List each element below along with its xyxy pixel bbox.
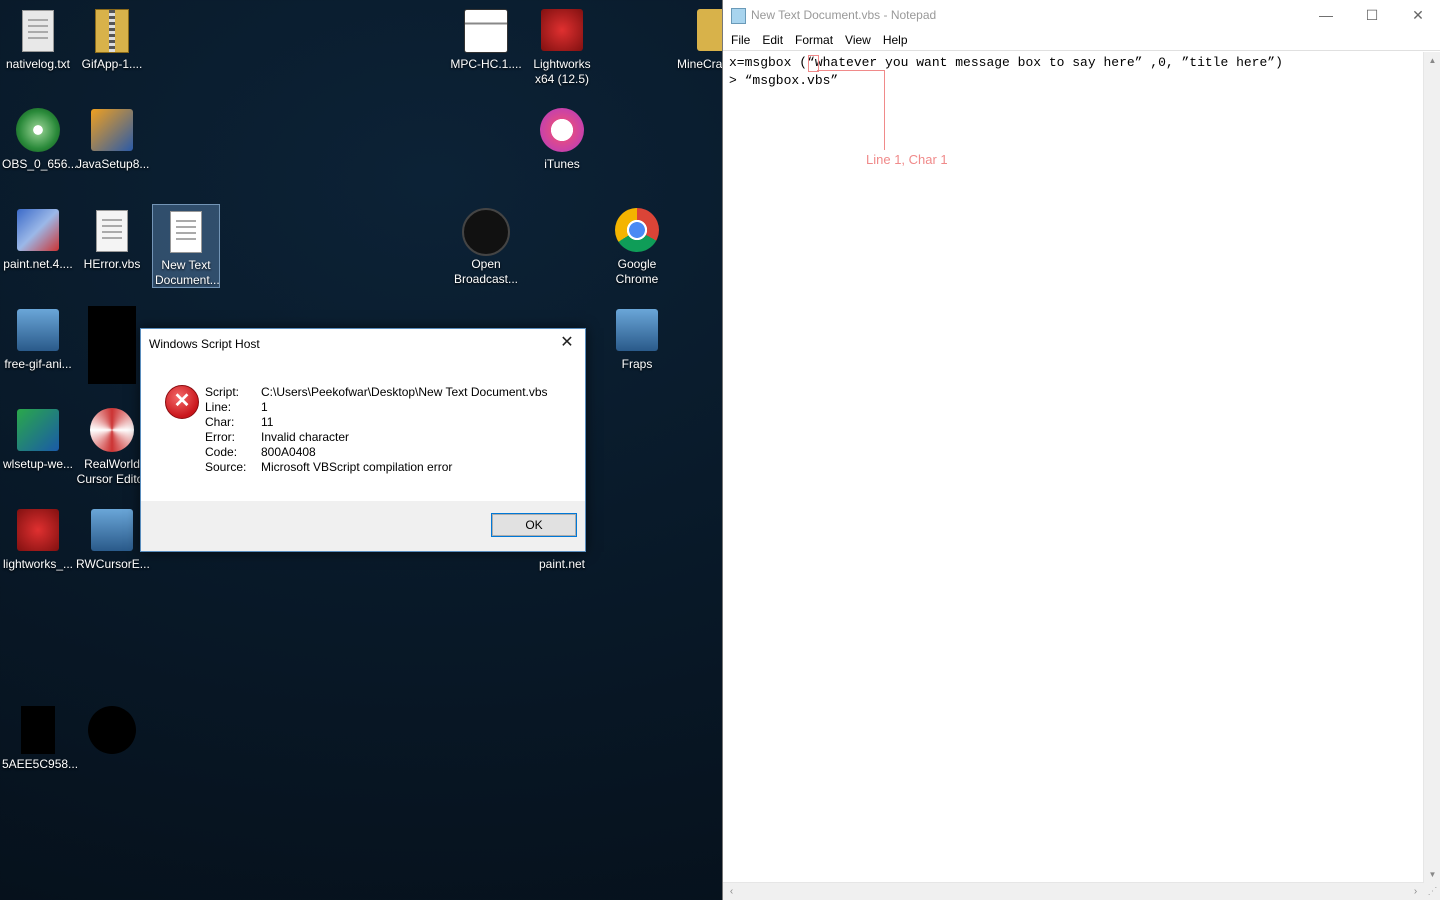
folder-icon — [694, 6, 722, 54]
scroll-down-icon[interactable]: ▼ — [1424, 866, 1440, 883]
ok-button[interactable]: OK — [491, 513, 577, 537]
annotation-label: Line 1, Char 1 — [866, 152, 948, 167]
scroll-right-icon[interactable]: › — [1407, 883, 1424, 900]
lightworks-icon — [14, 506, 62, 554]
vertical-scrollbar[interactable]: ▲ ▼ — [1423, 52, 1440, 883]
desktop-icon-mpc-hc[interactable]: MPC-HC.1.... — [448, 0, 524, 72]
desktop-icon-obs[interactable]: Open Broadcast... — [448, 200, 524, 287]
desktop-icon-gifapp[interactable]: GifApp-1.... — [74, 0, 150, 72]
notepad-app-icon — [731, 8, 746, 24]
field-line: Line: 1 — [205, 400, 268, 414]
menu-bar: File Edit Format View Help — [723, 30, 1440, 51]
desktop-icon-herror[interactable]: HError.vbs — [74, 200, 150, 272]
desktop-icon-obs-installer[interactable]: OBS_0_656... — [0, 100, 77, 172]
lightworks-icon — [538, 6, 586, 54]
desktop-icon-itunes[interactable]: iTunes — [524, 100, 600, 172]
black-file-icon — [88, 706, 136, 754]
desktop-icon-hidden[interactable] — [74, 300, 150, 384]
black-file-icon — [88, 306, 136, 384]
field-error: Error: Invalid character — [205, 430, 350, 444]
black-file-icon — [14, 706, 62, 754]
text-file-icon — [14, 6, 62, 54]
desktop-icon-new-text-document[interactable]: New Text Document... — [152, 204, 220, 288]
menu-file[interactable]: File — [725, 30, 756, 50]
dialog-close-icon[interactable]: ✕ — [557, 333, 577, 353]
desktop-icon-chrome[interactable]: Google Chrome — [599, 200, 675, 287]
maximize-button[interactable]: ☐ — [1349, 0, 1395, 30]
annotation-underline — [817, 70, 884, 71]
editor-line-2: > “msgbox.vbs” — [729, 73, 839, 88]
menu-help[interactable]: Help — [877, 30, 914, 50]
obs-icon — [462, 206, 510, 256]
scroll-left-icon[interactable]: ‹ — [723, 883, 740, 900]
notepad-title: New Text Document.vbs - Notepad — [751, 8, 937, 22]
zip-folder-icon — [88, 6, 136, 54]
dialog-footer: OK — [141, 501, 585, 551]
text-editor[interactable]: x=msgbox (“whatever you want message box… — [723, 52, 1424, 883]
menu-format[interactable]: Format — [789, 30, 839, 50]
field-script: Script: C:\Users\Peekofwar\Desktop\New Te… — [205, 385, 548, 399]
fraps-icon — [613, 306, 661, 354]
menu-view[interactable]: View — [839, 30, 877, 50]
paintnet-installer-icon — [14, 206, 62, 254]
dialog-title: Windows Script Host — [149, 337, 260, 351]
desktop-icon-javasetup[interactable]: JavaSetup8... — [74, 100, 150, 172]
chrome-icon — [613, 206, 661, 254]
desktop-icon-free-gif[interactable]: free-gif-ani... — [0, 300, 76, 372]
minimize-button[interactable]: — — [1303, 0, 1349, 30]
desktop-icon-5aee[interactable]: 5AEE5C958... — [0, 700, 78, 772]
itunes-icon — [538, 106, 586, 154]
mpc-hc-icon — [462, 6, 510, 54]
java-installer-icon — [88, 106, 136, 154]
field-source: Source: Microsoft VBScript compilation er… — [205, 460, 453, 474]
script-host-dialog: Windows Script Host ✕ ✕ Script: C:\Users\… — [140, 328, 586, 552]
desktop-icon-minecraft[interactable]: MineCra... — [672, 0, 722, 72]
vbs-script-icon — [162, 207, 210, 255]
desktop-icon-nativelog[interactable]: nativelog.txt — [0, 0, 76, 72]
vbs-script-icon — [88, 206, 136, 254]
desktop-icon-fraps[interactable]: Fraps — [599, 300, 675, 372]
desktop-icon-wlsetup[interactable]: wlsetup-we... — [0, 400, 76, 472]
installer-disc-icon — [14, 106, 62, 154]
annotation-leader-line — [884, 70, 885, 150]
field-char: Char: 11 — [205, 415, 274, 429]
desktop-icon-black[interactable] — [74, 700, 150, 757]
resize-grip-icon[interactable]: ⋰ — [1424, 883, 1440, 900]
window-controls: — ☐ ✕ — [1303, 0, 1440, 30]
notepad-titlebar: New Text Document.vbs - Notepad — ☐ ✕ — [723, 0, 1440, 30]
computer-installer-icon — [88, 506, 136, 554]
desktop-icon-realworld[interactable]: RealWorld Cursor Editor — [74, 400, 150, 487]
desktop-icon-rwcursor[interactable]: RWCursorE... — [74, 500, 150, 572]
cursor-editor-icon — [88, 406, 136, 454]
menu-edit[interactable]: Edit — [756, 30, 789, 50]
error-details: Script: C:\Users\Peekofwar\Desktop\New Te… — [205, 385, 548, 475]
close-button[interactable]: ✕ — [1395, 0, 1440, 30]
desktop-icon-paintnet-installer[interactable]: paint.net.4.... — [0, 200, 76, 272]
field-code: Code: 800A0408 — [205, 445, 316, 459]
desktop-icon-lightworks[interactable]: Lightworks x64 (12.5) — [524, 0, 600, 87]
error-icon: ✕ — [165, 385, 199, 419]
notepad-window: New Text Document.vbs - Notepad — ☐ ✕ Fi… — [722, 0, 1440, 900]
scroll-up-icon[interactable]: ▲ — [1424, 52, 1440, 69]
desktop-icon-lightworks-installer[interactable]: lightworks_... — [0, 500, 76, 572]
setup-icon — [14, 406, 62, 454]
horizontal-scrollbar[interactable]: ‹ › — [723, 882, 1424, 900]
computer-installer-icon — [14, 306, 62, 354]
